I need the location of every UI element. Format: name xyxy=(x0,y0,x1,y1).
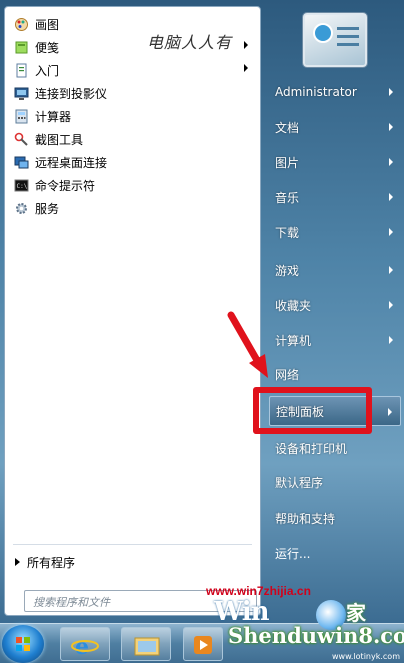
menu-item-pictures[interactable]: 图片 xyxy=(269,147,401,177)
expand-arrow-icon xyxy=(15,558,20,566)
submenu-arrow-icon xyxy=(389,123,393,131)
menu-item-games[interactable]: 游戏 xyxy=(269,255,401,285)
list-line-icon xyxy=(337,27,359,30)
run-label: 运行... xyxy=(275,546,311,561)
run-button[interactable]: 运行... xyxy=(269,539,401,567)
divider xyxy=(13,544,252,545)
folder-icon xyxy=(134,637,160,656)
shenduwin-watermark: Shenduwin8.com xyxy=(228,623,404,648)
submenu-arrow-icon xyxy=(389,228,393,236)
menu-item-downloads[interactable]: 下载 xyxy=(269,217,401,247)
all-programs-button[interactable]: 所有程序 xyxy=(15,552,75,572)
small-url-watermark: www.lotinyk.com xyxy=(332,652,400,661)
all-programs-label: 所有程序 xyxy=(27,555,76,570)
program-label: 便笺 xyxy=(35,40,60,55)
menu-item-help-support[interactable]: 帮助和支持 xyxy=(269,503,401,533)
menu-item-label: 帮助和支持 xyxy=(275,511,336,526)
program-label: 连接到投影仪 xyxy=(35,86,108,101)
taskbar-explorer-button[interactable] xyxy=(121,627,171,661)
menu-item-label: 收藏夹 xyxy=(275,298,312,313)
programs-panel: 电脑人人有 画图 便笺 入门 连接到投影仪 计算器 截图工具 远程桌面连接 C:… xyxy=(4,6,261,616)
taskbar-ie-button[interactable]: e xyxy=(60,627,110,661)
program-label: 截图工具 xyxy=(35,132,84,147)
program-services[interactable]: 服务 xyxy=(8,197,258,219)
submenu-arrow-icon xyxy=(388,408,392,416)
program-label: 服务 xyxy=(35,201,60,216)
cmd-icon: C:\ xyxy=(13,177,29,193)
submenu-arrow-icon xyxy=(389,88,393,96)
menu-item-label: 图片 xyxy=(275,155,300,170)
menu-item-network[interactable]: 网络 xyxy=(269,359,401,389)
program-label: 入门 xyxy=(35,63,60,78)
program-label: 计算器 xyxy=(35,109,72,124)
menu-item-devices-printers[interactable]: 设备和打印机 xyxy=(269,433,401,463)
highlight-annotation-box xyxy=(253,387,372,434)
program-calculator[interactable]: 计算器 xyxy=(8,105,258,127)
snipping-tool-icon xyxy=(13,131,29,147)
menu-item-documents[interactable]: 文档 xyxy=(269,112,401,142)
disk-icon xyxy=(313,23,333,43)
projector-icon xyxy=(13,85,29,101)
submenu-arrow-icon xyxy=(389,193,393,201)
menu-item-administrator[interactable]: Administrator xyxy=(269,77,401,107)
menu-item-label: 音乐 xyxy=(275,190,300,205)
menu-item-default-programs[interactable]: 默认程序 xyxy=(269,467,401,497)
menu-item-favorites[interactable]: 收藏夹 xyxy=(269,290,401,320)
submenu-arrow-icon xyxy=(389,301,393,309)
internet-explorer-icon: e xyxy=(71,634,99,660)
paint-icon xyxy=(13,16,29,32)
start-button[interactable] xyxy=(2,625,44,663)
submenu-arrow-icon xyxy=(244,64,248,72)
svg-text:C:\: C:\ xyxy=(16,183,27,190)
menu-item-label: 默认程序 xyxy=(275,475,324,490)
program-label: 命令提示符 xyxy=(35,178,96,193)
brand-cn-text: 家 xyxy=(346,601,366,625)
site-url-watermark: www.win7zhijia.cn xyxy=(206,584,311,598)
sticky-notes-icon xyxy=(13,39,29,55)
program-remote-desktop[interactable]: 远程桌面连接 xyxy=(8,151,258,173)
program-label: 远程桌面连接 xyxy=(35,155,108,170)
submenu-arrow-icon xyxy=(389,336,393,344)
submenu-arrow-icon xyxy=(389,158,393,166)
program-projector[interactable]: 连接到投影仪 xyxy=(8,82,258,104)
program-cmd[interactable]: C:\ 命令提示符 xyxy=(8,174,258,196)
menu-item-label: 游戏 xyxy=(275,263,300,278)
services-icon xyxy=(13,200,29,216)
menu-item-computer[interactable]: 计算机 xyxy=(269,325,401,355)
menu-item-label: 计算机 xyxy=(275,333,312,348)
getting-started-icon xyxy=(13,62,29,78)
menu-item-music[interactable]: 音乐 xyxy=(269,182,401,212)
calculator-icon xyxy=(13,108,29,124)
program-paint[interactable]: 画图 xyxy=(8,13,258,35)
menu-item-label: 文档 xyxy=(275,120,300,135)
menu-item-label: 设备和打印机 xyxy=(275,441,348,456)
program-snipping-tool[interactable]: 截图工具 xyxy=(8,128,258,150)
remote-desktop-icon xyxy=(13,154,29,170)
media-player-icon xyxy=(194,636,212,654)
start-menu-screenshot: 电脑人人有 画图 便笺 入门 连接到投影仪 计算器 截图工具 远程桌面连接 C:… xyxy=(0,0,404,663)
windows-flag-icon xyxy=(16,637,30,651)
menu-item-label: 网络 xyxy=(275,367,300,382)
list-line-icon xyxy=(337,43,359,46)
program-label: 画图 xyxy=(35,17,60,32)
program-getting-started[interactable]: 入门 xyxy=(8,59,258,81)
list-line-icon xyxy=(337,35,359,38)
menu-item-label: 下载 xyxy=(275,225,300,240)
program-sticky-notes[interactable]: 便笺 xyxy=(8,36,258,58)
menu-item-label: Administrator xyxy=(275,85,357,99)
user-picture[interactable] xyxy=(303,13,367,67)
submenu-arrow-icon xyxy=(389,266,393,274)
svg-text:e: e xyxy=(75,634,89,660)
taskbar-media-player-button[interactable] xyxy=(183,627,223,661)
submenu-arrow-icon xyxy=(244,41,248,49)
